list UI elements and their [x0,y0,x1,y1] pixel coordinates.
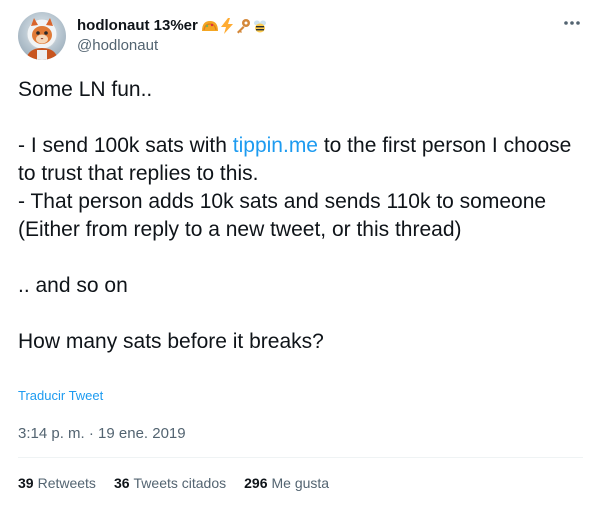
avatar[interactable] [18,12,66,60]
quote-tweets-count: 36 [113,475,130,491]
more-icon [564,21,580,25]
display-name-row[interactable]: hodlonaut 13%er [77,16,268,36]
likes-label: Me gusta [271,475,330,491]
tweet-header: hodlonaut 13%er @hodlonaut [18,12,268,60]
more-options-button[interactable] [561,12,583,34]
bee-icon [253,20,266,33]
retweets-count: 39 [18,475,34,491]
key-icon [236,19,250,34]
tweet-line3: .. and so on [18,274,128,297]
display-name[interactable]: hodlonaut 13%er [77,16,198,36]
taco-icon [201,21,218,31]
tweet-intro: Some LN fun.. [18,78,153,101]
divider [18,457,583,458]
tweet-line2: - That person adds 10k sats and sends 11… [18,190,552,241]
quote-tweets-label: Tweets citados [133,475,227,491]
translate-tweet-link[interactable]: Traducir Tweet [18,388,103,404]
engagement-stats: 39 Retweets 36 Tweets citados 296 Me gus… [18,473,347,493]
likes-count: 296 [244,475,268,491]
retweets-stat[interactable]: 39 Retweets [18,473,96,493]
tweet-line1-prefix: - I send 100k sats with [18,134,233,157]
likes-stat[interactable]: 296 Me gusta [244,473,329,493]
tippin-link[interactable]: tippin.me [233,134,318,157]
quote-tweets-stat[interactable]: 36 Tweets citados [114,473,226,493]
avatar-image [18,12,66,60]
author-names: hodlonaut 13%er @hodlonaut [77,16,268,56]
author-handle[interactable]: @hodlonaut [77,36,268,56]
tweet-question: How many sats before it breaks? [18,330,324,353]
tweet-text: Some LN fun.. - I send 100k sats with ti… [18,76,583,356]
retweets-label: Retweets [37,475,96,491]
name-emojis [201,18,268,34]
lightning-icon [220,18,233,34]
tweet-card: hodlonaut 13%er @hodlonaut Some LN fun..… [0,0,599,512]
tweet-timestamp[interactable]: 3:14 p. m. · 19 ene. 2019 [18,424,186,444]
